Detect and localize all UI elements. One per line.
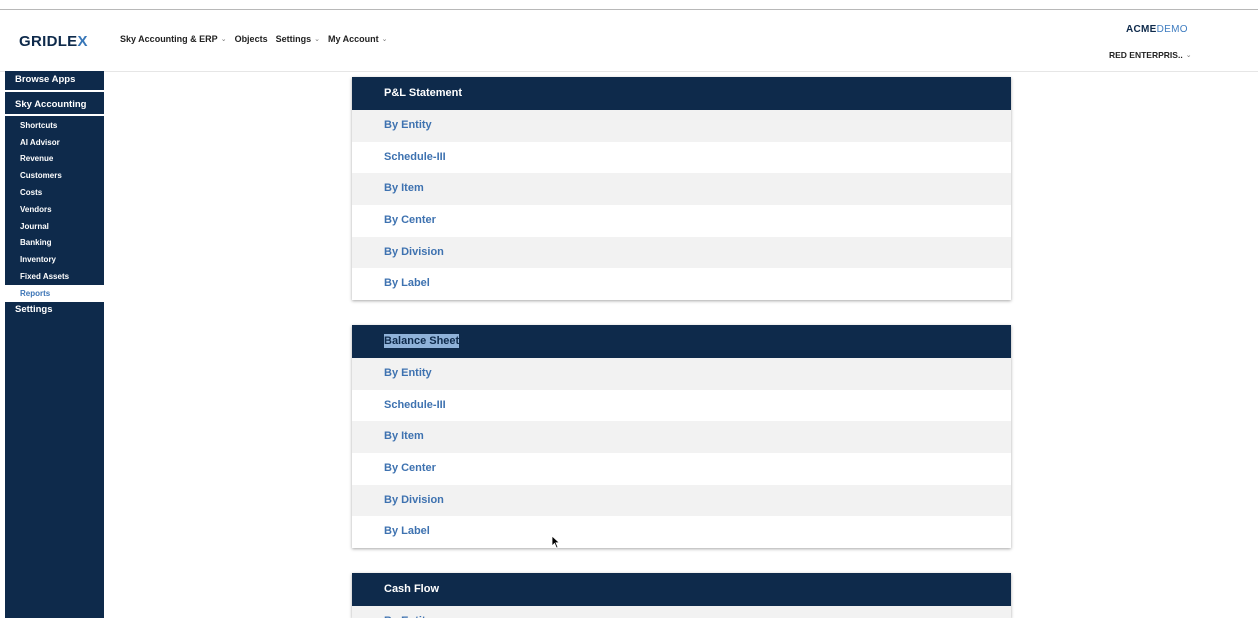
report-link-by-label[interactable]: By Label [352, 516, 1011, 548]
sidebar-item-banking[interactable]: Banking [5, 234, 104, 251]
sidebar-settings[interactable]: Settings [5, 301, 104, 319]
sidebar-sky-accounting[interactable]: Sky Accounting [5, 95, 104, 116]
report-link-by-entity[interactable]: By Entity [352, 358, 1011, 390]
report-card-cash-flow: Cash Flow By Entity [352, 573, 1011, 618]
logo-x: X [77, 33, 88, 50]
org-label: RED ENTERPRIS.. [1109, 50, 1183, 60]
nav-my-account[interactable]: My Account ⌄ [328, 34, 388, 44]
nav-sky-accounting[interactable]: Sky Accounting & ERP ⌄ [120, 34, 227, 44]
nav-label: Objects [234, 34, 268, 44]
sidebar-item-costs[interactable]: Costs [5, 184, 104, 201]
card-title: Balance Sheet [352, 325, 1011, 358]
sidebar-item-customers[interactable]: Customers [5, 167, 104, 184]
report-link-by-entity[interactable]: By Entity [352, 110, 1011, 142]
top-header: GRIDLEX Sky Accounting & ERP ⌄ Objects Se… [0, 10, 1258, 72]
chevron-down-icon: ⌄ [381, 36, 388, 43]
sidebar: Browse Apps Sky Accounting Shortcuts AI … [5, 71, 104, 618]
report-link-by-center[interactable]: By Center [352, 205, 1011, 237]
top-nav: Sky Accounting & ERP ⌄ Objects Settings ⌄ … [120, 34, 388, 44]
brand-acme: ACME [1126, 24, 1157, 35]
nav-label: My Account [327, 34, 379, 44]
report-card-balance-sheet: Balance Sheet By Entity Schedule-III By … [352, 325, 1011, 549]
chevron-down-icon: ⌄ [220, 36, 227, 43]
report-card-pl-statement: P&L Statement By Entity Schedule-III By … [352, 77, 1011, 301]
report-link-schedule-iii[interactable]: Schedule-III [352, 390, 1011, 422]
report-link-by-item[interactable]: By Item [352, 421, 1011, 454]
card-title: Cash Flow [352, 573, 1011, 606]
nav-objects[interactable]: Objects [235, 34, 268, 44]
sidebar-item-revenue[interactable]: Revenue [5, 150, 104, 167]
sidebar-item-inventory[interactable]: Inventory [5, 251, 104, 268]
report-link-by-division[interactable]: By Division [352, 484, 1011, 517]
sidebar-item-journal[interactable]: Journal [5, 218, 104, 235]
sidebar-item-ai-advisor[interactable]: AI Advisor [5, 134, 104, 151]
card-title: P&L Statement [352, 77, 1011, 110]
mouse-pointer-icon [551, 535, 561, 549]
sidebar-item-reports[interactable]: Reports [5, 285, 104, 302]
report-link-by-center[interactable]: By Center [352, 453, 1011, 485]
nav-label: Sky Accounting & ERP [120, 34, 218, 44]
brand-demo: DEMO [1156, 24, 1188, 35]
logo-text: GRIDLE [19, 33, 78, 50]
chevron-down-icon: ⌄ [1185, 52, 1192, 59]
tenant-brand: ACMEDEMO [1126, 24, 1188, 35]
sidebar-item-fixed-assets[interactable]: Fixed Assets [5, 268, 104, 285]
report-link-schedule-iii[interactable]: Schedule-III [352, 142, 1011, 174]
report-link-by-entity[interactable]: By Entity [352, 606, 1011, 618]
nav-label: Settings [275, 34, 312, 44]
report-link-by-division[interactable]: By Division [352, 236, 1011, 269]
sidebar-browse-apps[interactable]: Browse Apps [5, 71, 104, 92]
report-link-by-item[interactable]: By Item [352, 173, 1011, 206]
nav-settings[interactable]: Settings ⌄ [276, 34, 320, 44]
sidebar-item-shortcuts[interactable]: Shortcuts [5, 117, 104, 134]
chevron-down-icon: ⌄ [314, 36, 320, 43]
gridlex-logo[interactable]: GRIDLEX [19, 33, 88, 50]
report-link-by-label[interactable]: By Label [352, 268, 1011, 300]
sidebar-item-vendors[interactable]: Vendors [5, 201, 104, 218]
org-selector[interactable]: RED ENTERPRIS.. ⌄ [1109, 50, 1192, 60]
selected-text: Balance Sheet [384, 334, 460, 348]
